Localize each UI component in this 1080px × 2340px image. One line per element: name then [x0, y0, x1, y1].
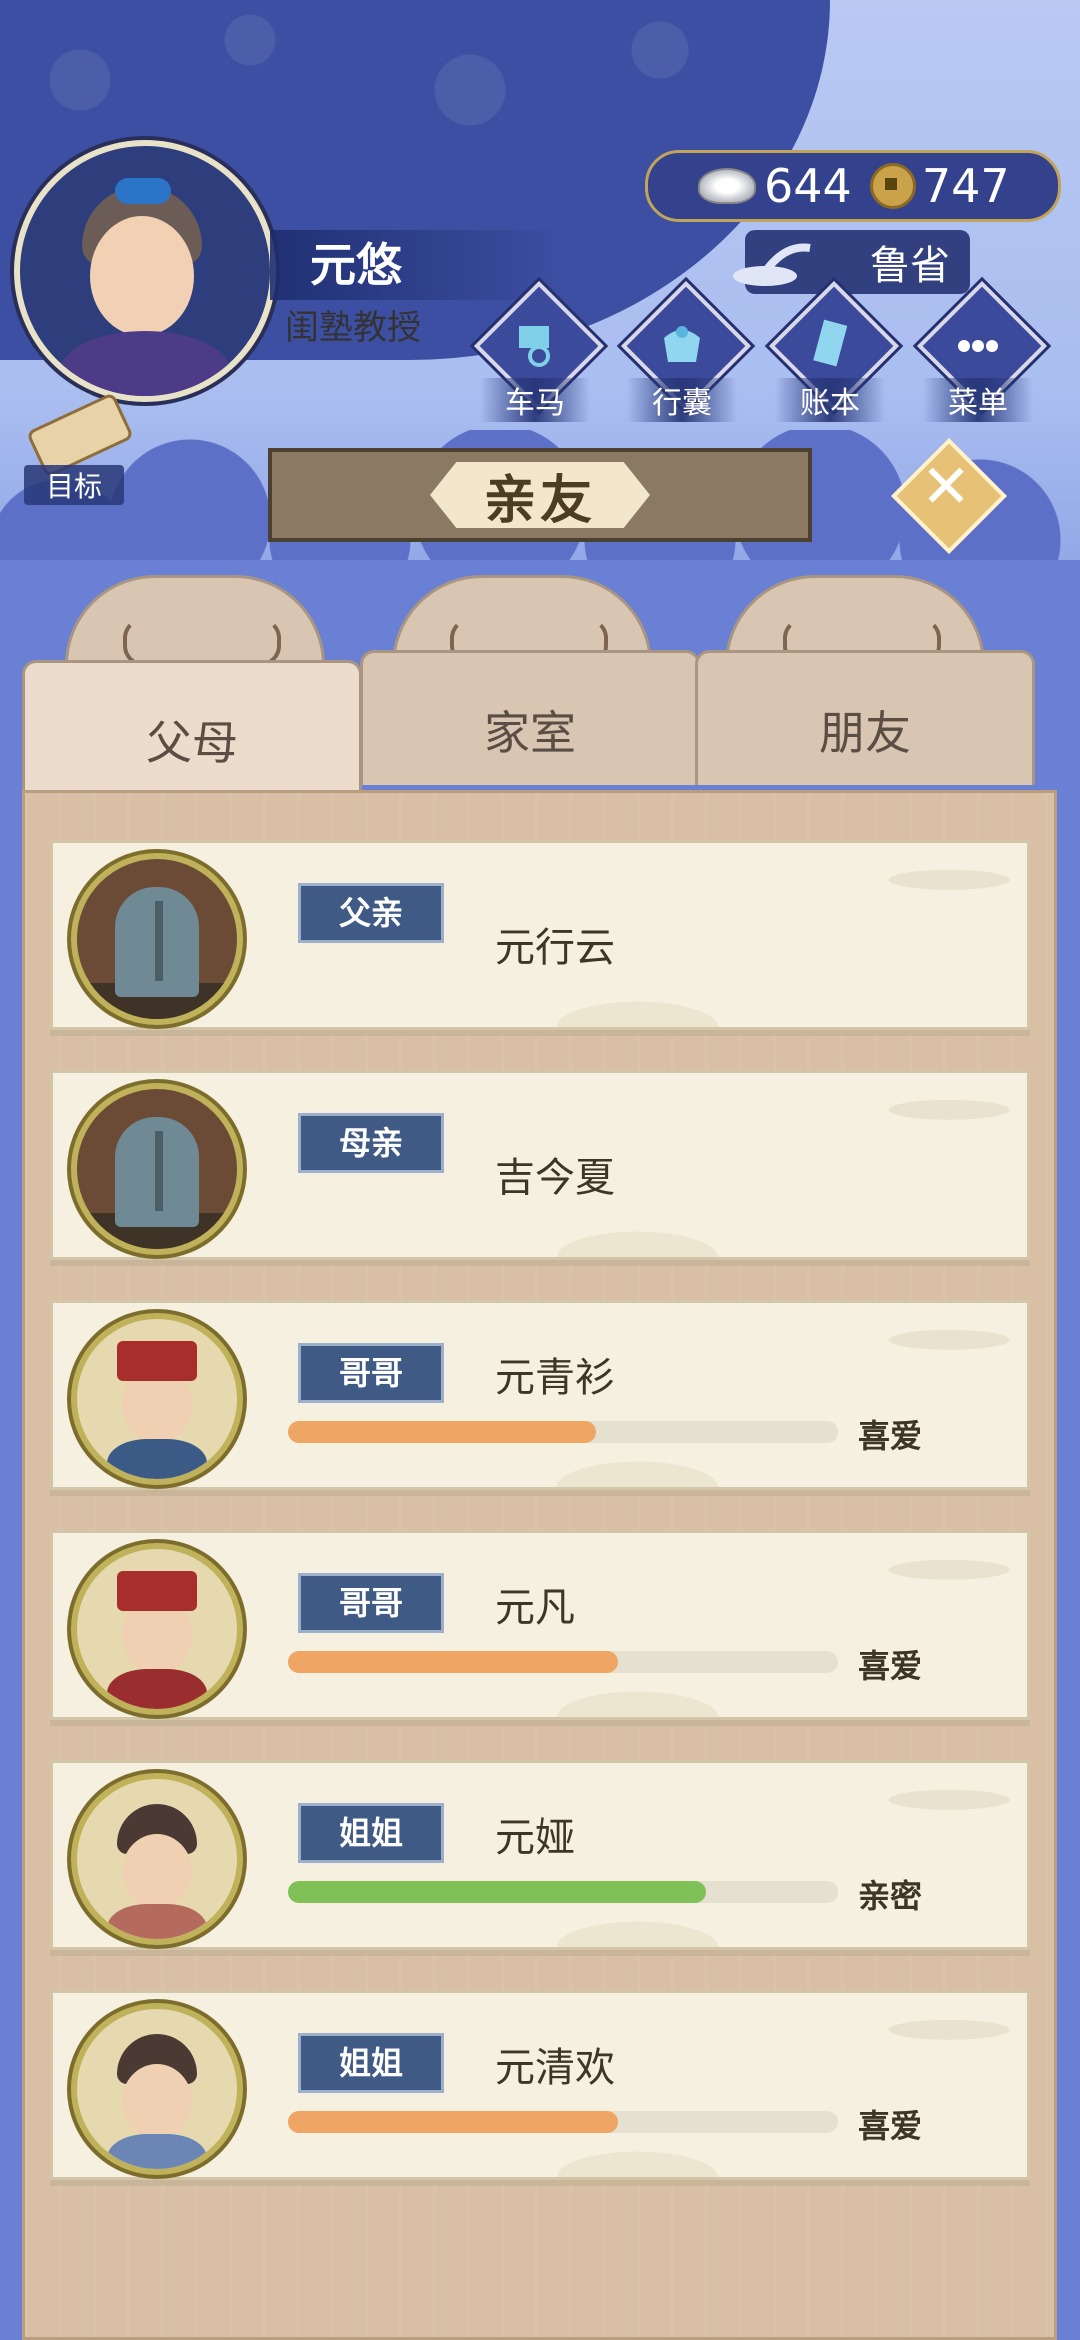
nav-button-carriage[interactable]: 车马: [473, 280, 605, 430]
relative-name: 元娅: [495, 1815, 575, 1861]
menu-dots-icon: [958, 340, 998, 352]
region-label: 鲁省: [870, 243, 950, 289]
role-badge: 姐姐: [298, 2033, 444, 2093]
ledger-icon: [813, 319, 848, 367]
woman-portrait: [71, 1773, 243, 1945]
affinity-bar-fill: [288, 1651, 618, 1673]
nav-label-carriage: 车马: [480, 378, 590, 422]
man-portrait: [71, 1543, 243, 1715]
affinity-bar: [288, 1881, 838, 1903]
relative-name: 吉今夏: [495, 1155, 615, 1201]
affinity-bar-fill: [288, 2111, 618, 2133]
role-badge: 母亲: [298, 1113, 444, 1173]
affinity-bar: [288, 1421, 838, 1443]
relative-card[interactable]: 母亲 吉今夏: [50, 1070, 1030, 1260]
nav-button-menu[interactable]: 菜单: [916, 280, 1048, 430]
tombstone-icon: [71, 1083, 243, 1255]
tombstone-icon: [71, 853, 243, 1025]
relative-card[interactable]: 哥哥 元青衫 喜爱: [50, 1300, 1030, 1490]
relation-label: 亲密: [858, 1877, 923, 1915]
silver-amount: 644: [764, 159, 852, 213]
man-portrait: [71, 1313, 243, 1485]
relative-name: 元凡: [495, 1585, 575, 1631]
relative-card[interactable]: 父亲 元行云: [50, 840, 1030, 1030]
relation-label: 喜爱: [858, 2107, 923, 2145]
player-name: 元悠: [270, 230, 570, 300]
relative-card[interactable]: 哥哥 元凡 喜爱: [50, 1530, 1030, 1720]
bundle-icon: [664, 326, 700, 362]
affinity-bar-fill: [288, 1881, 706, 1903]
affinity-bar: [288, 2111, 838, 2133]
currency-bar[interactable]: 644 747: [645, 150, 1061, 222]
goal-label: 目标: [24, 465, 124, 505]
page-title: 亲友: [430, 462, 650, 528]
nav-button-bundle[interactable]: 行囊: [620, 280, 752, 430]
affinity-bar: [288, 1651, 838, 1673]
player-avatar[interactable]: [14, 140, 276, 402]
coin-amount: 747: [921, 159, 1010, 213]
region-button[interactable]: 鲁省: [733, 230, 970, 294]
player-title: 闺塾教授: [285, 308, 421, 348]
nav-label-ledger: 账本: [775, 378, 885, 422]
relative-name: 元行云: [495, 925, 615, 971]
relative-card[interactable]: 姐姐 元娅 亲密: [50, 1760, 1030, 1950]
silver-ingot-icon: [698, 168, 756, 204]
tab-family[interactable]: 家室: [360, 650, 700, 785]
role-badge: 哥哥: [298, 1343, 444, 1403]
page-title-banner: 亲友: [268, 448, 812, 542]
relative-card[interactable]: 姐姐 元清欢 喜爱: [50, 1990, 1030, 2180]
goal-button[interactable]: 目标: [14, 392, 135, 505]
close-icon: ✕: [920, 452, 972, 522]
nav-label-menu: 菜单: [923, 378, 1033, 422]
role-badge: 哥哥: [298, 1573, 444, 1633]
tab-parents[interactable]: 父母: [22, 660, 362, 800]
nav-button-ledger[interactable]: 账本: [768, 280, 900, 430]
nav-label-bundle: 行囊: [627, 378, 737, 422]
role-badge: 姐姐: [298, 1803, 444, 1863]
relative-name: 元清欢: [495, 2045, 615, 2091]
carriage-icon: [519, 326, 550, 367]
tab-friends[interactable]: 朋友: [695, 650, 1035, 785]
relation-label: 喜爱: [858, 1647, 923, 1685]
copper-coin-icon: [869, 163, 916, 209]
affinity-bar-fill: [288, 1421, 596, 1443]
role-badge: 父亲: [298, 883, 444, 943]
woman-portrait: [71, 2003, 243, 2175]
region-icon: [733, 243, 811, 286]
relative-name: 元青衫: [495, 1355, 615, 1401]
relation-label: 喜爱: [858, 1417, 923, 1455]
